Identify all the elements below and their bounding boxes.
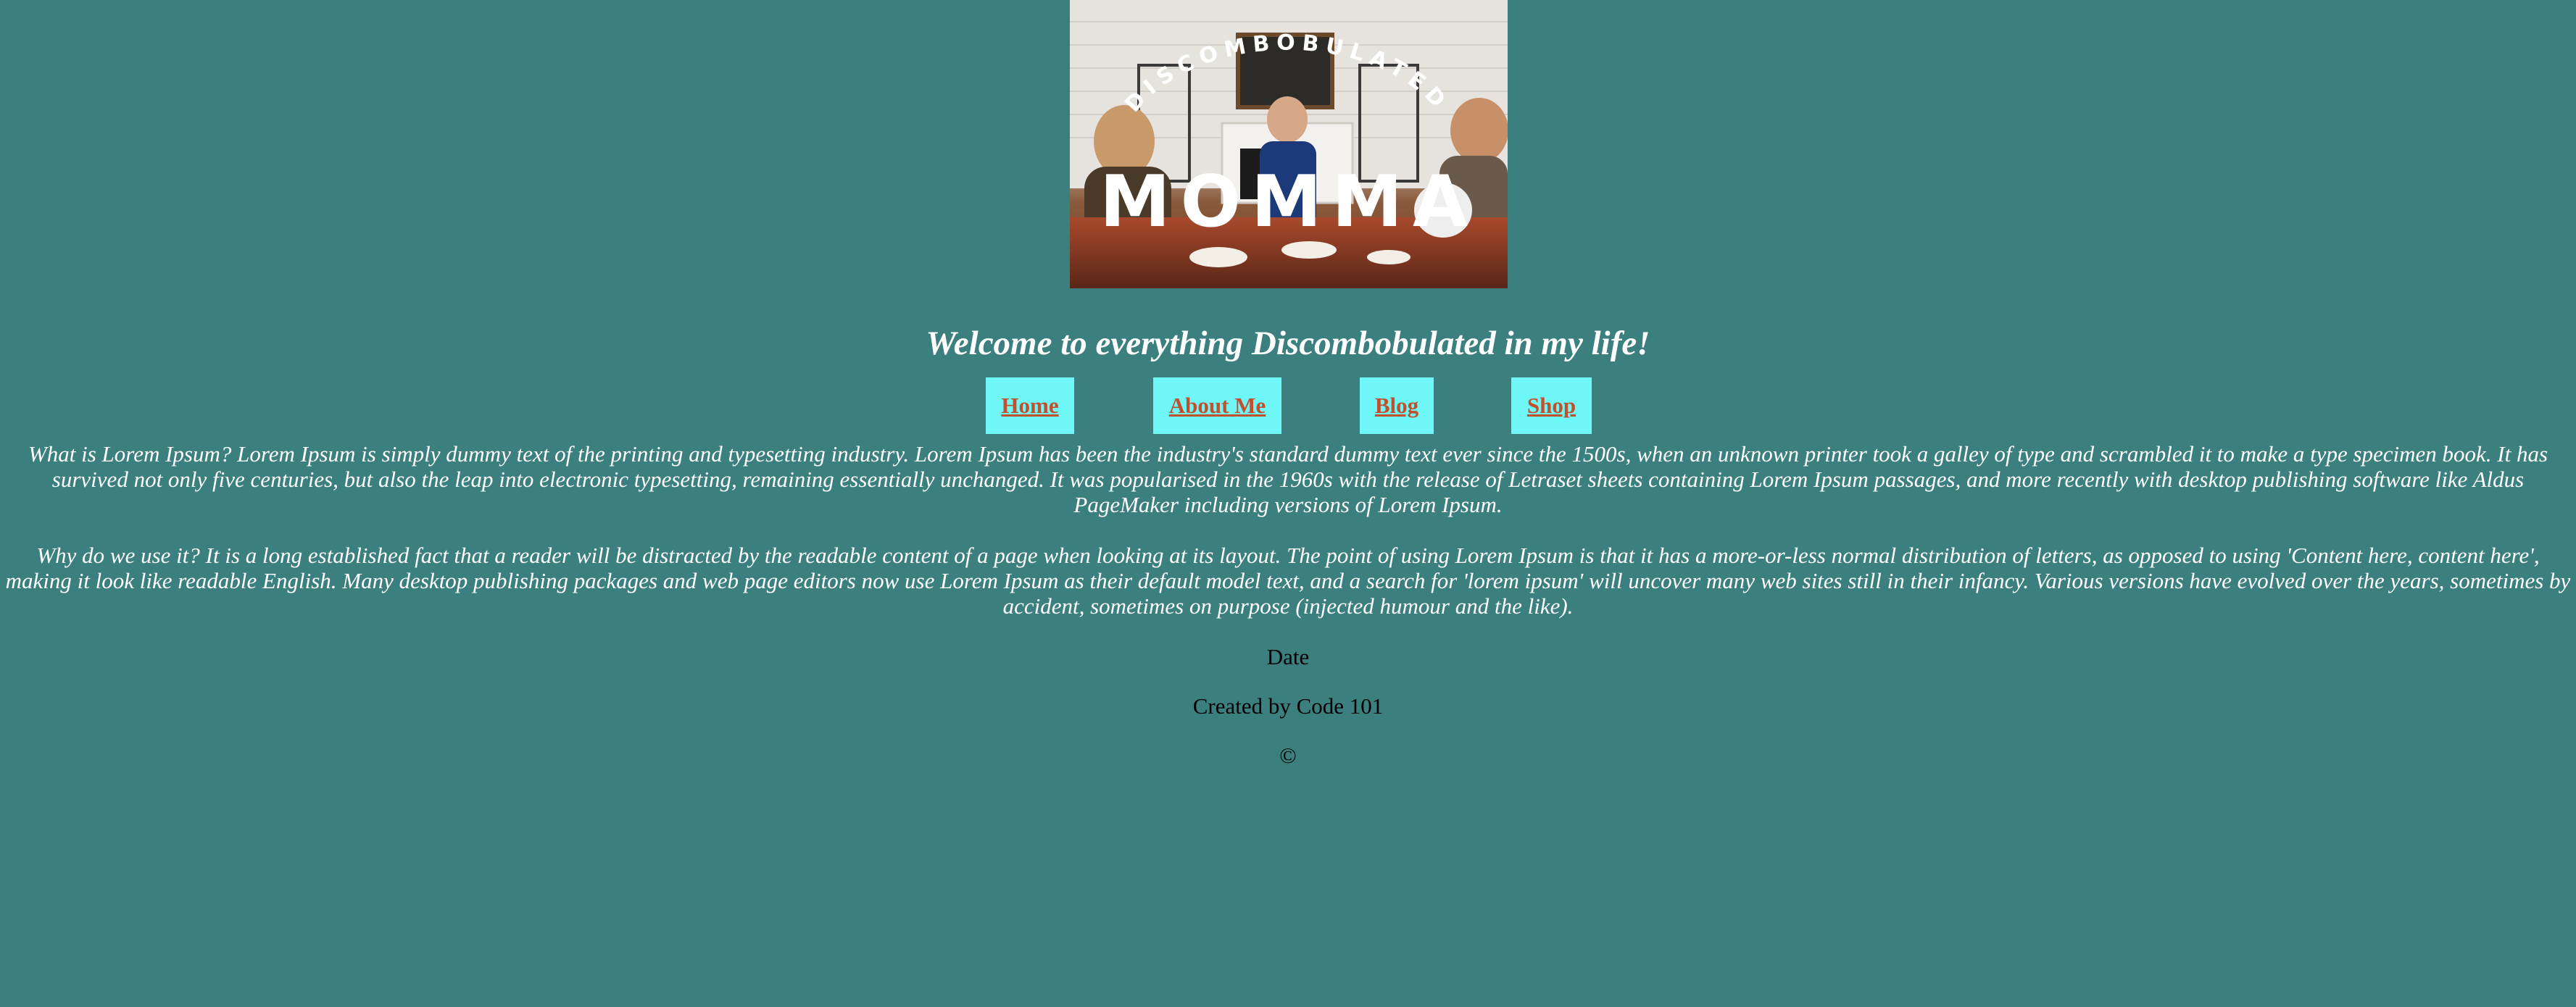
- banner-photo: DISCOMBOBULATED MOMMA: [1070, 0, 1508, 288]
- nav-item-blog[interactable]: Blog: [1360, 377, 1434, 434]
- footer-copyright: ©: [1279, 743, 1297, 768]
- page-title: Welcome to everything Discombobulated in…: [926, 325, 1650, 362]
- why-paragraph: Why do we use it? It is a long establish…: [5, 543, 2571, 619]
- intro-paragraph: What is Lorem Ipsum? Lorem Ipsum is simp…: [28, 441, 2548, 517]
- nav-link-shop[interactable]: Shop: [1527, 393, 1576, 419]
- nav-link-blog[interactable]: Blog: [1375, 393, 1418, 419]
- nav-link-home[interactable]: Home: [1001, 393, 1058, 419]
- nav-link-about-me[interactable]: About Me: [1169, 393, 1266, 419]
- nav-item-home[interactable]: Home: [986, 377, 1074, 434]
- nav-item-about-me[interactable]: About Me: [1153, 377, 1281, 434]
- banner-image: DISCOMBOBULATED MOMMA: [1070, 0, 1508, 288]
- main-nav: Home About Me Blog Shop: [0, 377, 2576, 434]
- banner-big-text: MOMMA: [1100, 161, 1478, 243]
- footer-date: Date: [1266, 644, 1310, 669]
- nav-item-shop[interactable]: Shop: [1511, 377, 1592, 434]
- footer-created-by: Created by Code 101: [1192, 693, 1384, 719]
